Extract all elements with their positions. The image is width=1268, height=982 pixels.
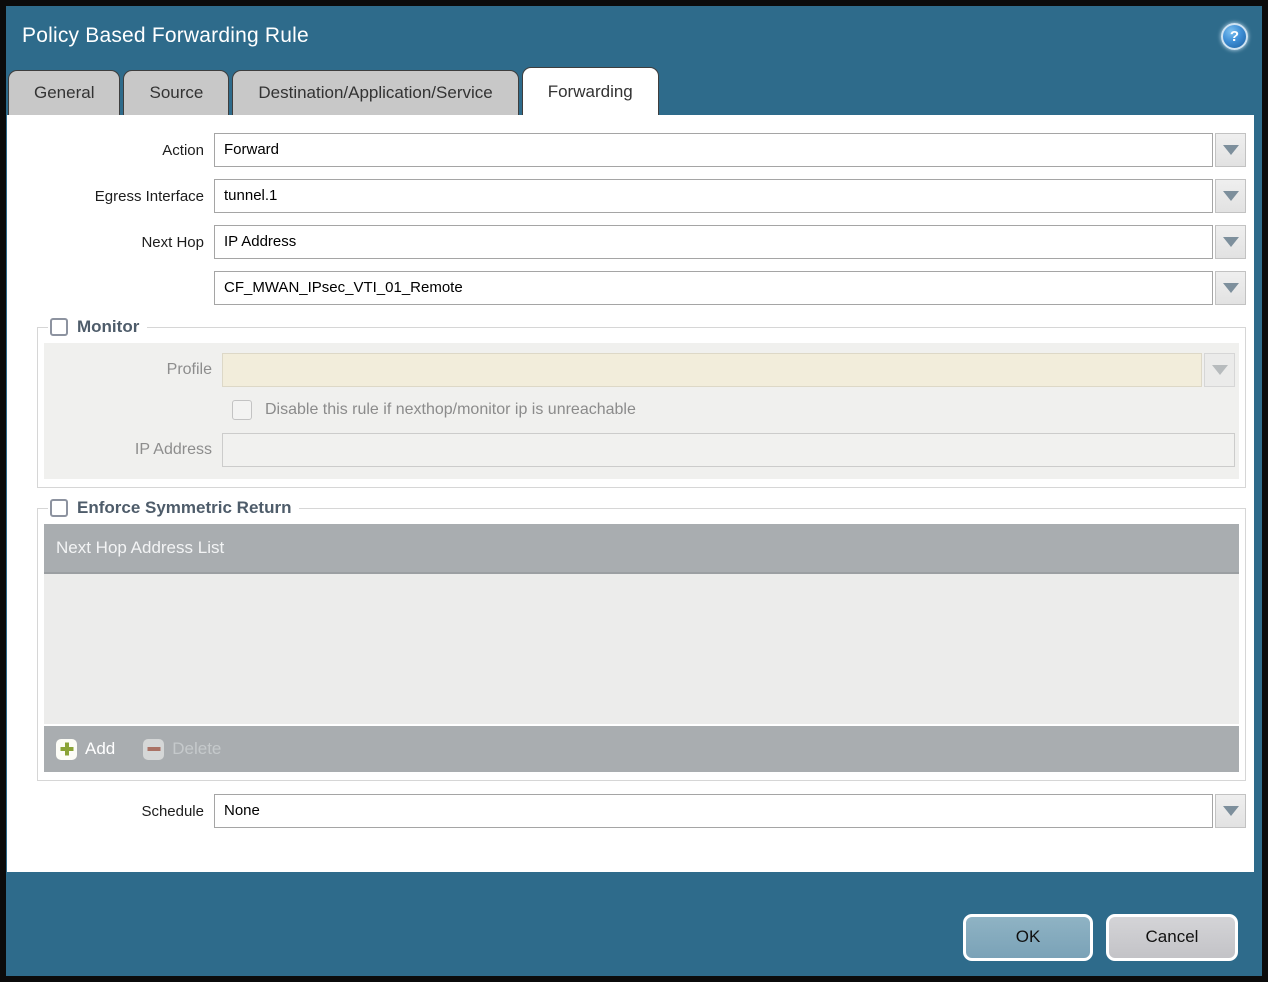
delete-button-label: Delete — [172, 739, 222, 758]
next-hop-address-list-table: Next Hop Address List Add Delete — [44, 524, 1239, 772]
next-hop-address-value[interactable]: CF_MWAN_IPsec_VTI_01_Remote — [214, 271, 1213, 305]
next-hop-row: Next Hop IP Address — [29, 225, 1246, 259]
egress-interface-row: Egress Interface tunnel.1 — [29, 179, 1246, 213]
add-button[interactable]: Add — [56, 738, 116, 760]
profile-row: Profile — [44, 353, 1235, 387]
action-dropdown-button[interactable] — [1215, 133, 1246, 167]
symmetric-return-legend: Enforce Symmetric Return — [48, 498, 299, 518]
delete-button: Delete — [143, 738, 222, 760]
egress-interface-value[interactable]: tunnel.1 — [214, 179, 1213, 213]
tab-source[interactable]: Source — [123, 70, 230, 115]
profile-dropdown-button — [1204, 353, 1235, 387]
schedule-label: Schedule — [141, 802, 204, 820]
tab-strip: General Source Destination/Application/S… — [6, 66, 1262, 115]
help-question-icon[interactable]: ? — [1221, 22, 1248, 50]
next-hop-address-row: CF_MWAN_IPsec_VTI_01_Remote — [29, 271, 1246, 305]
add-button-label: Add — [85, 739, 116, 758]
symmetric-return-checkbox[interactable] — [50, 499, 68, 517]
dialog-titlebar: Policy Based Forwarding Rule ? — [6, 6, 1262, 66]
disable-rule-checkbox — [232, 400, 252, 420]
table-header-label: Next Hop Address List — [56, 538, 225, 557]
dialog-title: Policy Based Forwarding Rule — [22, 24, 309, 47]
chevron-down-icon — [1222, 145, 1239, 155]
chevron-down-icon — [1211, 365, 1228, 375]
tab-destination-application-service[interactable]: Destination/Application/Service — [232, 70, 519, 115]
cancel-button[interactable]: Cancel — [1106, 913, 1238, 961]
symmetric-return-legend-label: Enforce Symmetric Return — [77, 498, 292, 517]
table-body-empty[interactable] — [44, 574, 1239, 724]
next-hop-label: Next Hop — [141, 233, 204, 251]
symmetric-return-fieldset: Enforce Symmetric Return Next Hop Addres… — [37, 498, 1246, 781]
table-footer: Add Delete — [44, 726, 1239, 772]
tab-forwarding[interactable]: Forwarding — [521, 67, 659, 115]
dialog-footer: OK Cancel — [6, 872, 1262, 976]
egress-interface-dropdown-button[interactable] — [1215, 179, 1246, 213]
egress-interface-label: Egress Interface — [94, 187, 204, 205]
ok-button[interactable]: OK — [963, 913, 1093, 961]
monitor-ip-row: IP Address — [44, 433, 1235, 467]
monitor-legend: Monitor — [48, 317, 147, 337]
profile-value-field — [222, 353, 1202, 387]
minus-icon — [143, 738, 165, 760]
tab-general[interactable]: General — [8, 70, 121, 115]
help-glyph: ? — [1229, 27, 1240, 45]
disable-rule-row: Disable this rule if nexthop/monitor ip … — [232, 400, 1235, 420]
next-hop-type-value[interactable]: IP Address — [214, 225, 1213, 259]
schedule-row: Schedule None — [29, 794, 1246, 828]
schedule-value[interactable]: None — [214, 794, 1213, 828]
action-label: Action — [162, 141, 204, 159]
monitor-legend-label: Monitor — [77, 317, 140, 336]
chevron-down-icon — [1222, 237, 1239, 247]
next-hop-dropdown-button[interactable] — [1215, 225, 1246, 259]
next-hop-address-dropdown-button[interactable] — [1215, 271, 1246, 305]
disable-rule-label: Disable this rule if nexthop/monitor ip … — [265, 401, 636, 418]
schedule-dropdown-button[interactable] — [1215, 794, 1246, 828]
chevron-down-icon — [1222, 283, 1239, 293]
monitor-ip-label: IP Address — [134, 441, 212, 458]
table-header: Next Hop Address List — [44, 524, 1239, 574]
forwarding-tab-panel: Action Forward Egress Interface tunnel.1… — [7, 115, 1254, 872]
chevron-down-icon — [1222, 806, 1239, 816]
monitor-checkbox[interactable] — [50, 318, 68, 336]
pbf-rule-dialog: Policy Based Forwarding Rule ? General S… — [0, 0, 1268, 982]
action-row: Action Forward — [29, 133, 1246, 167]
plus-icon — [56, 738, 77, 760]
monitor-fieldset: Monitor Profile Disable this rule if nex… — [37, 317, 1246, 488]
egress-interface-combobox: tunnel.1 — [214, 179, 1246, 213]
monitor-disabled-area: Profile Disable this rule if nexthop/mon… — [44, 343, 1239, 479]
monitor-ip-input — [222, 433, 1235, 467]
next-hop-type-combobox: IP Address — [214, 225, 1246, 259]
chevron-down-icon — [1222, 191, 1239, 201]
action-value[interactable]: Forward — [214, 133, 1213, 167]
next-hop-address-combobox: CF_MWAN_IPsec_VTI_01_Remote — [214, 271, 1246, 305]
profile-label: Profile — [166, 361, 212, 378]
schedule-combobox: None — [214, 794, 1246, 828]
action-combobox: Forward — [214, 133, 1246, 167]
